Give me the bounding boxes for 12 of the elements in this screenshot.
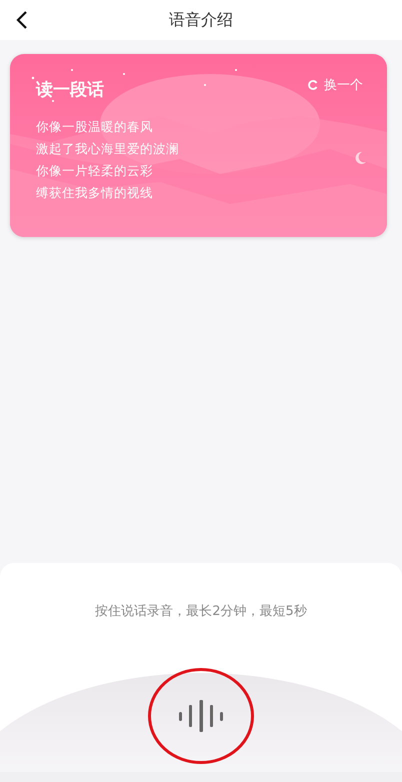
refresh-button[interactable]: 换一个 — [308, 76, 363, 94]
poem-line: 你像一片轻柔的云彩 — [36, 162, 154, 179]
waveform-icon — [178, 700, 224, 732]
poem-line: 激起了我心海里爱的波澜 — [36, 140, 180, 157]
refresh-icon — [308, 80, 318, 90]
poem-line: 你像一股温暖的春风 — [36, 118, 154, 135]
record-hint: 按住说话录音，最长2分钟，最短5秒 — [95, 603, 307, 620]
page-title: 语音介绍 — [169, 10, 233, 30]
moon-icon — [356, 152, 366, 164]
poem-line: 缚获住我多情的视线 — [36, 184, 154, 201]
card-title: 读一段话 — [36, 79, 104, 101]
back-icon — [16, 11, 28, 29]
